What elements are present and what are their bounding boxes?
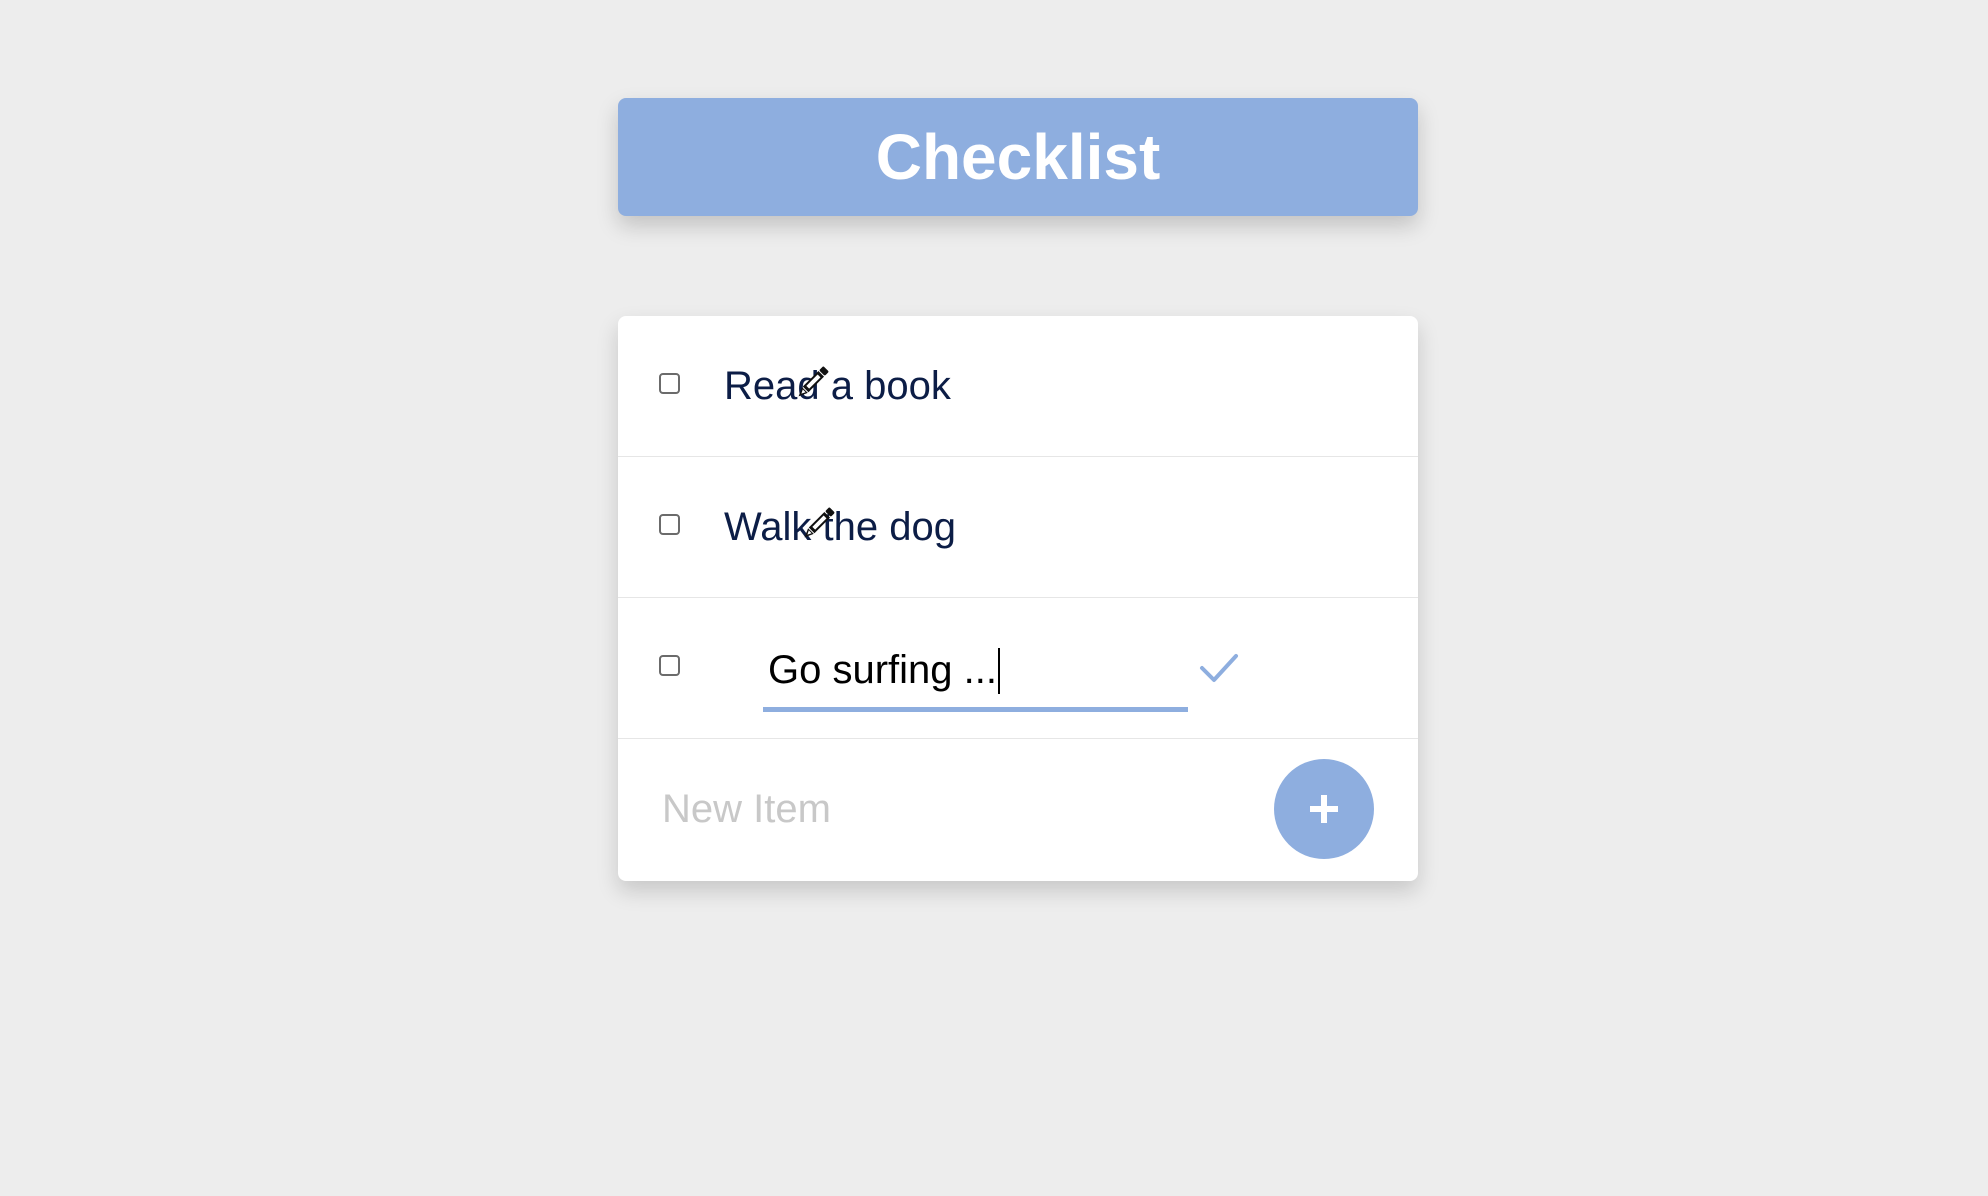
item-label: Read a book	[724, 364, 951, 408]
plus-icon	[1310, 795, 1338, 823]
checkmark-icon[interactable]	[1198, 646, 1240, 688]
text-caret	[998, 648, 1000, 694]
list-item: Walk the dog	[618, 457, 1418, 598]
pencil-icon[interactable]	[790, 361, 834, 405]
edit-field-wrapper	[763, 634, 1188, 712]
new-item-input[interactable]	[662, 774, 1222, 844]
list-item: Read a book	[618, 316, 1418, 457]
page-title: Checklist	[875, 121, 1161, 193]
item-checkbox[interactable]	[659, 373, 680, 394]
add-item-button[interactable]	[1274, 759, 1374, 859]
new-item-row	[618, 739, 1418, 880]
list-item-editing	[618, 598, 1418, 739]
pencil-icon[interactable]	[796, 502, 840, 546]
item-checkbox[interactable]	[659, 514, 680, 535]
item-checkbox[interactable]	[659, 655, 680, 676]
edit-item-input[interactable]	[763, 634, 1188, 707]
checklist-card: Read a book Walk the dog	[618, 316, 1418, 881]
app-header: Checklist	[618, 98, 1418, 216]
